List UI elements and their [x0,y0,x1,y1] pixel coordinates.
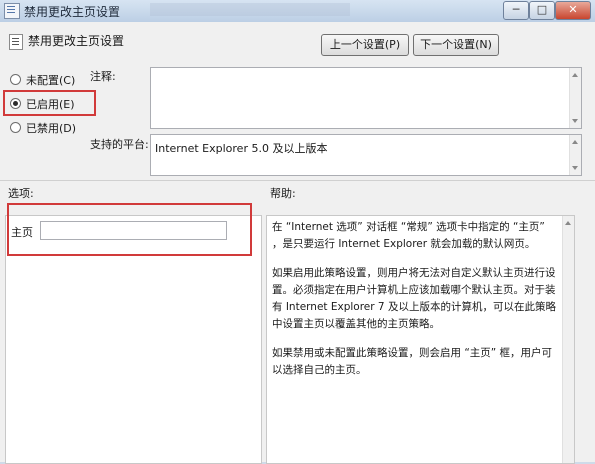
help-pane: 在 “Internet 选项” 对话框 “常规” 选项卡中指定的 “主页” ，是… [266,215,575,464]
scroll-up-icon[interactable] [572,140,578,144]
radio-disabled[interactable]: 已禁用(D) [10,120,90,135]
scroll-down-icon[interactable] [572,166,578,170]
help-scrollbar[interactable] [562,216,574,463]
highlight-box-homepage [7,203,252,256]
section-divider [0,180,595,181]
next-setting-button[interactable]: 下一个设置(N) [413,34,499,56]
scroll-down-icon[interactable] [572,119,578,123]
help-paragraph: 在 “Internet 选项” 对话框 “常规” 选项卡中指定的 “主页” ，是… [272,221,545,250]
options-label: 选项: [8,187,34,200]
title-bar: 禁用更改主页设置 ─ □ ✕ [0,0,595,23]
scroll-up-icon[interactable] [565,221,571,225]
minimize-button[interactable]: ─ [503,1,529,20]
comment-label: 注释: [90,70,116,83]
window-title: 禁用更改主页设置 [24,5,121,19]
platform-scrollbar[interactable] [569,135,581,175]
highlight-box-enabled [3,90,96,116]
close-button[interactable]: ✕ [555,1,591,20]
comment-scrollbar[interactable] [569,68,581,128]
title-bar-blur [150,3,350,16]
radio-button[interactable] [10,122,21,133]
platform-label: 支持的平台: [90,138,149,151]
platform-field: Internet Explorer 5.0 及以上版本 [150,134,582,176]
platform-value: Internet Explorer 5.0 及以上版本 [155,142,328,155]
comment-textarea[interactable] [150,67,582,129]
radio-button[interactable] [10,74,21,85]
prev-setting-button[interactable]: 上一个设置(P) [321,34,409,56]
dialog-content: 禁用更改主页设置 上一个设置(P) 下一个设置(N) 未配置(C) 已启用(E)… [0,22,595,464]
radio-not-configured-label: 未配置(C) [26,74,76,87]
help-paragraph: 如果启用此策略设置，则用户将无法对自定义默认主页进行设置。必须指定在用户计算机上… [272,267,556,330]
radio-disabled-label: 已禁用(D) [26,122,77,135]
policy-icon [4,3,20,19]
setting-icon [9,34,23,50]
radio-not-configured[interactable]: 未配置(C) [10,72,90,87]
scroll-up-icon[interactable] [572,73,578,77]
help-label: 帮助: [270,187,296,200]
setting-title: 禁用更改主页设置 [28,34,125,48]
maximize-button[interactable]: □ [529,1,555,20]
help-paragraph: 如果禁用或未配置此策略设置，则会启用 “主页” 框，用户可以选择自己的主页。 [272,347,553,376]
